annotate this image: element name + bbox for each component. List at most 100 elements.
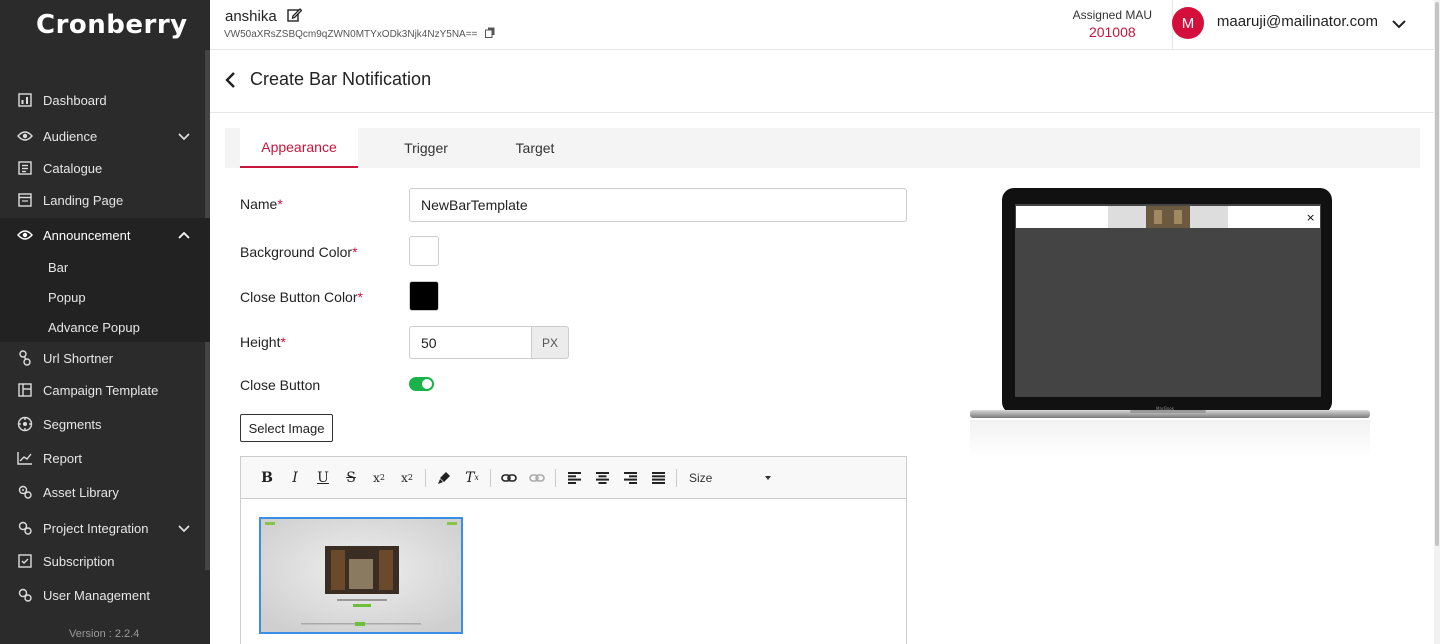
align-left-icon[interactable] <box>560 464 588 492</box>
close-button-label: Close Button <box>240 377 321 393</box>
sidebar-item-label: Dashboard <box>43 92 107 108</box>
strike-icon[interactable]: S <box>337 464 365 492</box>
bold-icon[interactable]: B <box>253 464 281 492</box>
underline-icon[interactable]: U <box>309 464 337 492</box>
sidebar-item-project-integration[interactable]: Project Integration <box>0 512 210 544</box>
sidebar-item-catalogue[interactable]: Catalogue <box>0 152 210 184</box>
link-icon[interactable] <box>495 464 523 492</box>
template-icon <box>16 381 34 399</box>
sidebar-item-campaign-template[interactable]: Campaign Template <box>0 374 210 406</box>
sidebar-subitem-popup[interactable]: Popup <box>0 282 210 312</box>
tab-bar: Appearance Trigger Target <box>225 128 1420 168</box>
background-color-picker[interactable] <box>409 236 439 266</box>
italic-icon[interactable]: I <box>281 464 309 492</box>
laptop-preview: × MacBook <box>970 188 1370 458</box>
sidebar-item-asset-library[interactable]: Asset Library <box>0 476 210 508</box>
embedded-image[interactable] <box>259 517 463 634</box>
sidebar-item-subscription[interactable]: Subscription <box>0 545 210 577</box>
sidebar-item-url-shortner[interactable]: Url Shortner <box>0 342 210 374</box>
chevron-up-icon[interactable] <box>178 227 190 242</box>
project-name: anshika <box>225 8 277 25</box>
subscript-icon[interactable]: x2 <box>365 464 393 492</box>
mau-value: 201008 <box>1088 24 1136 40</box>
page-scrollbar[interactable] <box>1434 0 1440 644</box>
tab-appearance[interactable]: Appearance <box>240 128 358 168</box>
toggle-knob <box>422 379 432 389</box>
height-field[interactable] <box>409 326 532 359</box>
name-field[interactable] <box>409 188 907 222</box>
sidebar-item-user-management[interactable]: User Management <box>0 579 210 611</box>
copy-icon[interactable] <box>485 27 495 41</box>
align-right-icon[interactable] <box>616 464 644 492</box>
sidebar-item-segments[interactable]: Segments <box>0 408 210 440</box>
eye-icon <box>16 127 34 145</box>
sidebar-item-dashboard[interactable]: Dashboard <box>0 84 210 116</box>
font-size-label: Size <box>689 470 713 485</box>
sidebar-item-label: Campaign Template <box>43 382 159 398</box>
landing-page-icon <box>16 191 34 209</box>
mau-label: Assigned MAU <box>1072 8 1152 22</box>
clear-format-icon[interactable]: Tx <box>458 464 486 492</box>
avatar[interactable]: M <box>1172 7 1204 39</box>
sidebar: Cronberry Dashboard Audience Catalogue L… <box>0 0 210 644</box>
sidebar-item-report[interactable]: Report <box>0 442 210 474</box>
scrollbar-thumb[interactable] <box>1435 2 1439 546</box>
brush-icon[interactable] <box>430 464 458 492</box>
editor-content[interactable] <box>241 499 906 644</box>
tab-trigger[interactable]: Trigger <box>385 128 467 168</box>
justify-icon[interactable] <box>644 464 672 492</box>
announcement-submenu: Bar Popup Advance Popup <box>0 252 210 342</box>
name-label: Name* <box>240 196 283 212</box>
height-unit: PX <box>531 326 569 359</box>
select-image-button[interactable]: Select Image <box>240 414 333 442</box>
brand-logo[interactable]: Cronberry <box>0 0 210 50</box>
tab-target[interactable]: Target <box>495 128 575 168</box>
font-size-select[interactable]: Size <box>689 466 771 490</box>
caret-down-icon <box>765 475 771 480</box>
sidebar-item-label: User Management <box>43 587 150 603</box>
close-button-color-label: Close Button Color* <box>240 289 363 305</box>
project-key-row: VW50aXRsZSBQcm9qZWN0MTYxODk3Njk4NzY5NA== <box>224 27 495 41</box>
sidebar-item-landing-page[interactable]: Landing Page <box>0 184 210 216</box>
sidebar-nav: Dashboard Audience Catalogue Landing Pag… <box>0 84 210 611</box>
background-color-label: Background Color* <box>240 244 358 260</box>
superscript-icon[interactable]: x2 <box>393 464 421 492</box>
sidebar-item-label: Subscription <box>43 553 115 569</box>
svg-text:MacBook: MacBook <box>1156 406 1175 411</box>
subscription-icon <box>16 552 34 570</box>
toolbar-divider <box>490 468 491 487</box>
sidebar-item-label: Audience <box>43 128 98 144</box>
close-button-toggle[interactable] <box>409 377 434 391</box>
close-button-color-picker[interactable] <box>409 281 439 311</box>
sidebar-item-label: Landing Page <box>43 192 124 208</box>
sidebar-item-label: Segments <box>43 416 102 432</box>
unlink-icon[interactable] <box>523 464 551 492</box>
align-center-icon[interactable] <box>588 464 616 492</box>
edit-icon[interactable] <box>287 7 303 26</box>
sidebar-item-label: Report <box>43 450 83 466</box>
sidebar-item-announcement[interactable]: Announcement <box>0 218 210 252</box>
sidebar-subitem-bar[interactable]: Bar <box>0 252 210 282</box>
editor-toolbar: B I U S x2 x2 Tx Size <box>241 457 906 499</box>
user-email[interactable]: maaruji@mailinator.com <box>1217 13 1378 30</box>
eye-icon <box>16 226 34 244</box>
toolbar-divider <box>676 468 677 487</box>
chevron-down-icon[interactable] <box>178 521 190 536</box>
rich-text-editor: B I U S x2 x2 Tx Size <box>240 456 907 644</box>
required-mark: * <box>352 244 358 260</box>
page-title: Create Bar Notification <box>250 69 432 89</box>
report-icon <box>16 449 34 467</box>
chevron-down-icon[interactable] <box>1392 16 1406 34</box>
required-mark: * <box>357 289 363 305</box>
sidebar-subitem-advance-popup[interactable]: Advance Popup <box>0 312 210 342</box>
required-mark: * <box>280 334 286 350</box>
back-arrow-icon[interactable] <box>224 71 238 91</box>
sidebar-item-audience[interactable]: Audience <box>0 120 210 152</box>
sidebar-item-label: Asset Library <box>43 484 119 500</box>
sidebar-item-label: Catalogue <box>43 160 103 176</box>
page-header: Create Bar Notification <box>210 51 1434 113</box>
height-label: Height* <box>240 334 286 350</box>
chevron-down-icon[interactable] <box>178 129 190 144</box>
toolbar-divider <box>555 468 556 487</box>
required-mark: * <box>277 196 283 212</box>
